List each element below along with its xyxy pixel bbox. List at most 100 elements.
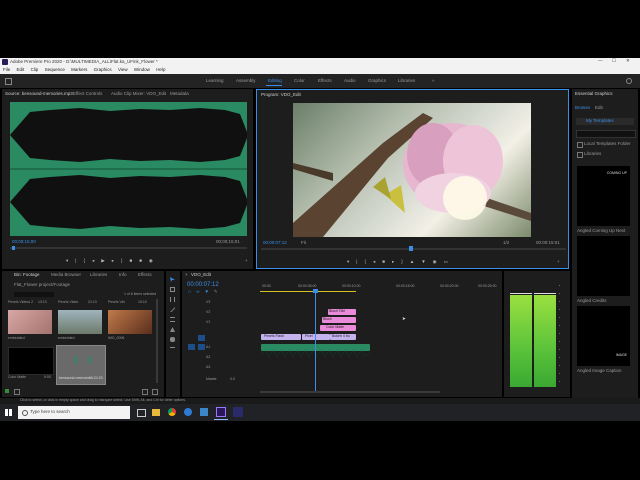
workspace-learning[interactable]: Learning [206,78,224,84]
timeline-clip[interactable]: Color Matte [320,325,356,331]
bin-footage-tab[interactable]: Bin: Footage [14,272,40,278]
snap-icon[interactable]: ∩ [188,289,196,294]
metadata-tab[interactable]: Metadata [170,91,189,97]
task-view-icon[interactable] [137,409,146,417]
step-forward-icon[interactable]: ▸ [392,259,401,264]
effect-controls-tab[interactable]: Effect Controls [73,91,102,97]
list-view-icon[interactable] [14,389,20,395]
browse-tab[interactable]: Browse [575,105,590,111]
pencil-icon[interactable] [5,389,9,393]
timeline-clip[interactable]: Pexels Flash [261,334,301,340]
lift-icon[interactable]: ▲ [410,259,421,264]
go-to-in-icon[interactable]: { [364,259,373,264]
workspace-audio[interactable]: Audio [344,78,356,84]
chrome-icon[interactable] [168,408,176,416]
bin-search-field[interactable] [14,292,54,297]
timeline-horizontal-scrollbar[interactable] [260,391,440,393]
timeline-clip[interactable]: Blush Title [328,309,356,315]
workspace-graphics[interactable]: Graphics [368,78,386,84]
source-timecode-current[interactable]: 00;00;15;00 [12,239,36,245]
program-timecode-current[interactable]: 00:00:07:12 [263,240,287,246]
workspace-color[interactable]: Color [294,78,305,84]
source-patch-v1[interactable] [188,344,195,350]
libraries-tab[interactable]: Libraries [90,272,107,278]
program-scrub-bar[interactable] [261,248,566,250]
pen-tool-icon[interactable] [170,327,175,332]
menu-window[interactable]: Window [134,67,150,72]
sequence-tab[interactable]: VDO_Edit [191,272,211,278]
step-back-icon[interactable]: ◂ [92,258,101,263]
premiere-pro-taskbar-icon[interactable] [216,407,226,417]
timeline-ruler[interactable]: 00:00 00:00:05:00 00:00:10:00 00:00:15:0… [260,281,500,293]
timeline-close-icon[interactable]: × [185,272,188,278]
go-to-in-icon[interactable]: { [83,258,92,263]
add-marker-icon[interactable]: ▼ [204,289,213,294]
wrench-icon[interactable]: ✎ [214,289,223,294]
timeline-playhead-handle[interactable] [313,289,318,293]
go-to-out-icon[interactable]: } [401,259,410,264]
my-templates-dropdown[interactable]: My Templates [576,118,634,125]
menu-markers[interactable]: Markers [71,67,87,72]
bin-scrollbar[interactable] [156,299,158,383]
menu-file[interactable]: File [3,67,10,72]
track-label-a3[interactable]: A3 [206,365,210,370]
bin-item-thumbnail[interactable] [8,310,52,334]
track-label-a2[interactable]: A2 [206,355,210,360]
track-label-v3[interactable]: V3 [206,300,210,305]
workspace-editing[interactable]: Editing [268,78,282,84]
step-forward-icon[interactable]: ▸ [112,258,121,263]
edge-icon[interactable] [184,408,192,416]
bin-item-thumbnail[interactable] [8,347,54,375]
source-playhead-icon[interactable] [12,246,15,250]
media-browser-tab[interactable]: Media Browser [51,272,81,278]
track-label-v2[interactable]: V2 [206,310,210,315]
template-thumbnail[interactable]: IMAGE [577,306,630,366]
timeline-timecode[interactable]: 00:00:07:12 [187,282,219,288]
program-resolution-dropdown[interactable]: 1/2 [503,240,509,246]
program-video-frame[interactable] [293,103,531,237]
trash-icon[interactable] [152,389,158,395]
menu-edit[interactable]: Edit [17,67,25,72]
home-icon[interactable] [5,78,12,85]
program-fit-dropdown[interactable]: Fit [301,240,306,246]
waveform-area[interactable] [10,102,247,236]
template-thumbnail[interactable]: COMING UP [577,166,630,226]
windows-start-icon[interactable] [5,409,12,416]
more-workspaces-icon[interactable]: » [432,78,435,84]
edit-tab[interactable]: Edit [595,105,603,111]
type-tool-icon[interactable] [170,347,175,353]
source-tab[interactable]: Source: bensound-memories.mp3 [5,91,73,97]
bin-item-thumbnail[interactable]: bensound-memories 15:24:23 [56,345,106,385]
bin-item-thumbnail[interactable] [108,310,152,334]
track-select-tool-icon[interactable] [170,287,175,292]
menu-view[interactable]: View [118,67,128,72]
extract-icon[interactable]: ▼ [421,259,432,264]
workspace-libraries[interactable]: Libraries [398,78,415,84]
store-icon[interactable] [200,408,208,416]
bin-item-thumbnail[interactable] [58,310,102,334]
taskbar-search-box[interactable]: Type here to search [18,406,130,419]
track-target-v1[interactable] [198,335,205,341]
effects-tab[interactable]: Effects [138,272,152,278]
menu-clip[interactable]: Clip [31,67,39,72]
step-back-icon[interactable]: ◂ [373,259,382,264]
play-icon[interactable]: ▶ [101,258,111,263]
insert-icon[interactable]: ■ [129,258,139,263]
media-encoder-icon[interactable] [233,407,243,417]
local-templates-checkbox[interactable] [577,142,583,148]
mark-in-icon[interactable]: ▾ [347,259,356,264]
timeline-clip[interactable]: Pixel [302,334,330,340]
export-frame-icon[interactable]: ◉ [149,258,160,263]
mark-in-icon[interactable]: ▾ [66,258,75,263]
libraries-checkbox[interactable] [577,152,583,158]
menu-help[interactable]: Help [156,67,165,72]
close-button[interactable]: ✕ [626,58,630,64]
menu-graphics[interactable]: Graphics [94,67,112,72]
program-tab[interactable]: Program: VDO_Edit [261,92,301,98]
timeline-clip[interactable]: Bokeh 4 bo [330,334,356,340]
razor-tool-icon[interactable] [170,307,175,312]
maximize-button[interactable]: ☐ [612,58,616,64]
template-thumbnail[interactable] [577,236,630,296]
slip-tool-icon[interactable] [170,317,175,322]
minimize-button[interactable]: — [598,58,603,64]
